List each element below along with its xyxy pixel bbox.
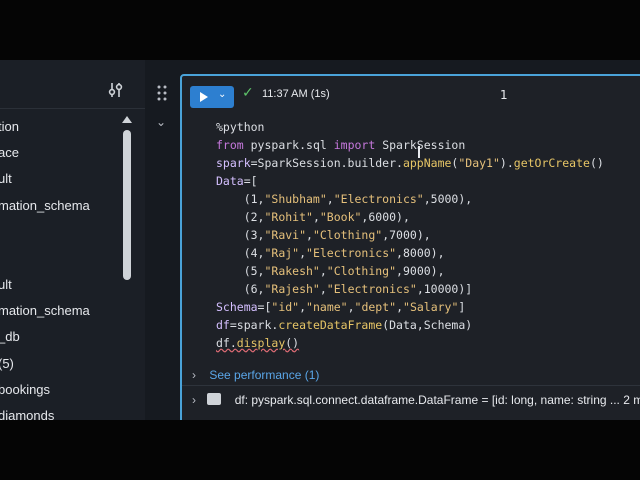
code-line[interactable]: Data=[ [216, 172, 604, 190]
tree-item[interactable]: _db [0, 329, 20, 344]
table-icon [207, 393, 222, 405]
success-check-icon: ✓ [242, 85, 254, 101]
tree-item[interactable]: tion [0, 119, 19, 134]
code-line[interactable]: (6,"Rajesh","Electronics",10000)] [216, 280, 604, 298]
run-options-chevron-icon[interactable]: ⌄ [218, 89, 226, 100]
code-line[interactable]: %python [216, 118, 604, 136]
tree-item[interactable]: ult [0, 277, 12, 292]
df-variable: df: [234, 393, 249, 407]
code-line[interactable]: (3,"Ravi","Clothing",7000), [216, 226, 604, 244]
notebook-cell[interactable]: ⌄ ✓ 11:37 AM (1s) 1 %python from pyspark.… [180, 74, 640, 420]
execution-time: 11:37 AM (1s) [262, 88, 330, 100]
see-performance-link[interactable]: See performance (1) [209, 368, 319, 382]
tree-item[interactable]: mation_schema [0, 303, 90, 318]
photo-top-edge [0, 0, 640, 60]
df-schema: pyspark.sql.connect.dataframe.DataFrame … [251, 393, 640, 407]
dataframe-output-row[interactable]: › df: pyspark.sql.connect.dataframe.Data… [192, 393, 640, 407]
cell-index: 1 [500, 88, 508, 102]
code-line[interactable]: spark=SparkSession.builder.appName("Day1… [216, 154, 604, 172]
code-line[interactable]: (1,"Shubham","Electronics",5000), [216, 190, 604, 208]
performance-row[interactable]: › See performance (1) [192, 368, 319, 382]
screen: tion ace ult mation_schema ult mation_sc… [0, 60, 640, 420]
run-cell-button[interactable] [190, 86, 216, 108]
code-line[interactable]: (4,"Raj","Electronics",8000), [216, 244, 604, 262]
tree-item[interactable]: mation_schema [0, 198, 90, 213]
scrollbar-thumb[interactable] [123, 130, 131, 280]
code-line[interactable]: (5,"Rakesh","Clothing",9000), [216, 262, 604, 280]
tree-item[interactable]: ace [0, 145, 19, 160]
photo-bottom-edge [0, 420, 640, 480]
code-line[interactable]: (2,"Rohit","Book",6000), [216, 208, 604, 226]
expand-chevron-icon[interactable]: › [192, 393, 196, 407]
collapse-chevron-icon[interactable]: ⌄ [156, 115, 166, 129]
sidebar-scrollbar[interactable] [120, 116, 132, 416]
text-cursor-icon [418, 146, 420, 158]
code-line[interactable]: df=spark.createDataFrame(Data,Schema) [216, 316, 604, 334]
code-line[interactable]: df.display() [216, 334, 604, 352]
scroll-up-arrow-icon[interactable] [122, 116, 132, 123]
tree-item[interactable]: ult [0, 171, 12, 186]
filter-settings-icon[interactable] [106, 80, 126, 100]
catalog-sidebar: tion ace ult mation_schema ult mation_sc… [0, 60, 145, 420]
tree-item[interactable]: (5) [0, 356, 14, 371]
code-editor[interactable]: %python from pyspark.sql import SparkSess… [216, 118, 604, 352]
code-line[interactable]: from pyspark.sql import SparkSession [216, 136, 604, 154]
expand-chevron-icon[interactable]: › [192, 368, 196, 382]
tree-item[interactable]: diamonds [0, 408, 54, 420]
run-button-group: ⌄ [190, 86, 234, 108]
tree-item[interactable]: bookings [0, 382, 50, 397]
output-divider [182, 385, 640, 386]
code-line[interactable]: Schema=["id","name","dept","Salary"] [216, 298, 604, 316]
sidebar-toolbar [0, 72, 145, 109]
drag-handle-icon[interactable] [156, 84, 168, 102]
